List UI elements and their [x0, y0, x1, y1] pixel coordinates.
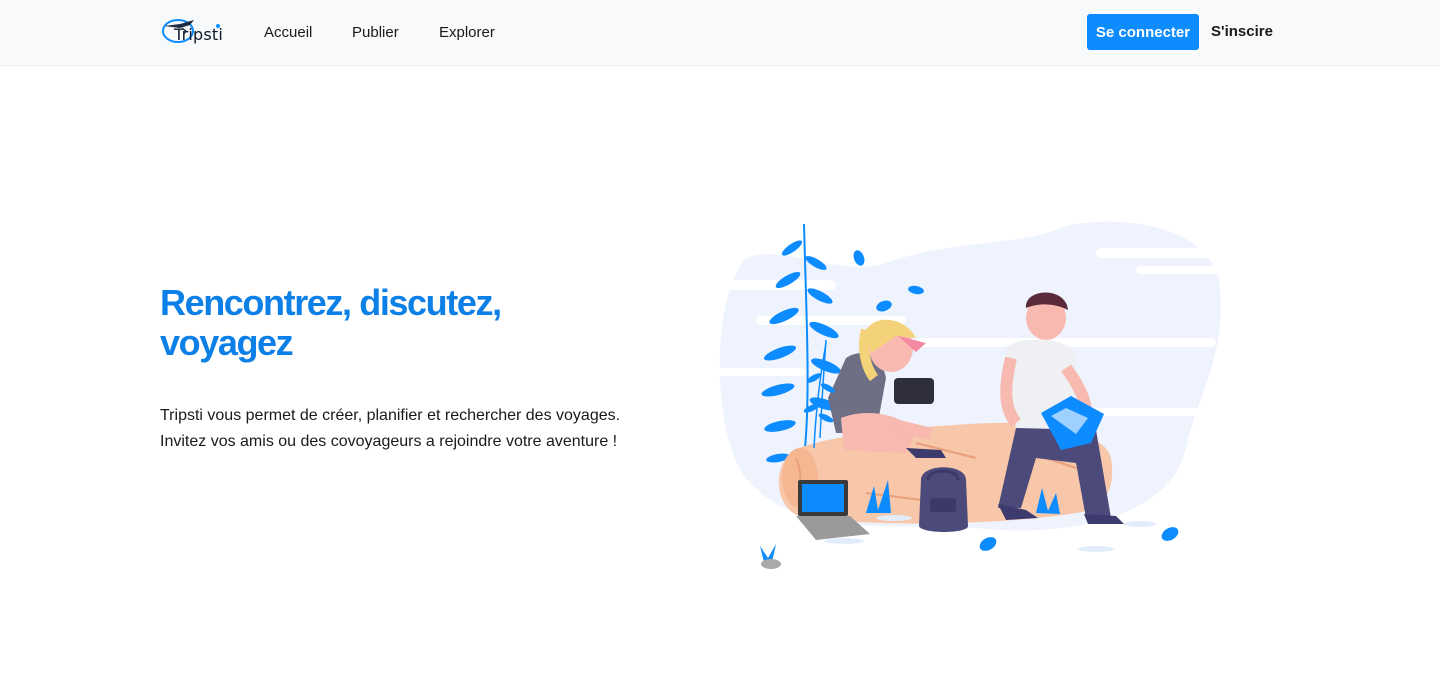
travelers-illustration: [716, 218, 1226, 573]
signup-link[interactable]: S'inscire: [1211, 23, 1273, 41]
brand-name: Tripsti: [174, 25, 224, 44]
nav-link-accueil[interactable]: Accueil: [264, 24, 312, 42]
login-button[interactable]: Se connecter: [1087, 14, 1199, 50]
nav-link-explorer[interactable]: Explorer: [439, 24, 495, 42]
backpack-icon: [919, 467, 968, 532]
hero-description: Tripsti vous permet de créer, planifier …: [160, 407, 621, 450]
nav-link-publier[interactable]: Publier: [352, 24, 399, 42]
hero-title: Rencontrez, discutez, voyagez: [160, 282, 502, 363]
top-navbar: Tripsti Accueil Publier Explorer Se conn…: [0, 0, 1440, 66]
brand-logo[interactable]: Tripsti: [160, 16, 224, 48]
